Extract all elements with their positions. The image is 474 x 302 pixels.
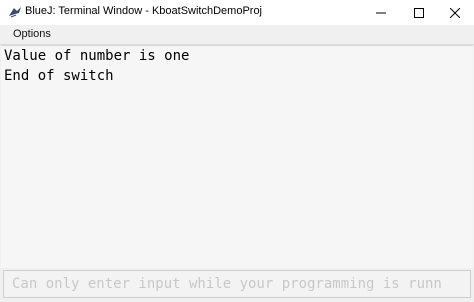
menu-options[interactable]: Options [13,28,51,40]
maximize-button[interactable] [400,0,438,25]
window-title: BlueJ: Terminal Window - KboatSwitchDemo… [25,5,262,17]
minimize-button[interactable] [362,0,400,25]
terminal-input-field[interactable]: Can only enter input while your programm… [3,270,471,298]
bluej-bird-icon [9,7,21,18]
menu-bar: Options [0,25,474,45]
terminal-output[interactable]: Value of number is one End of switch [1,45,473,268]
maximize-icon [414,7,424,18]
output-line: End of switch [4,68,114,84]
input-placeholder: Can only enter input while your programm… [12,276,442,292]
close-button[interactable] [436,0,474,25]
output-line: Value of number is one [4,48,190,64]
close-icon [450,7,460,18]
title-bar[interactable]: BlueJ: Terminal Window - KboatSwitchDemo… [0,0,474,25]
minimize-icon [376,12,386,13]
terminal-window: BlueJ: Terminal Window - KboatSwitchDemo… [0,0,474,302]
